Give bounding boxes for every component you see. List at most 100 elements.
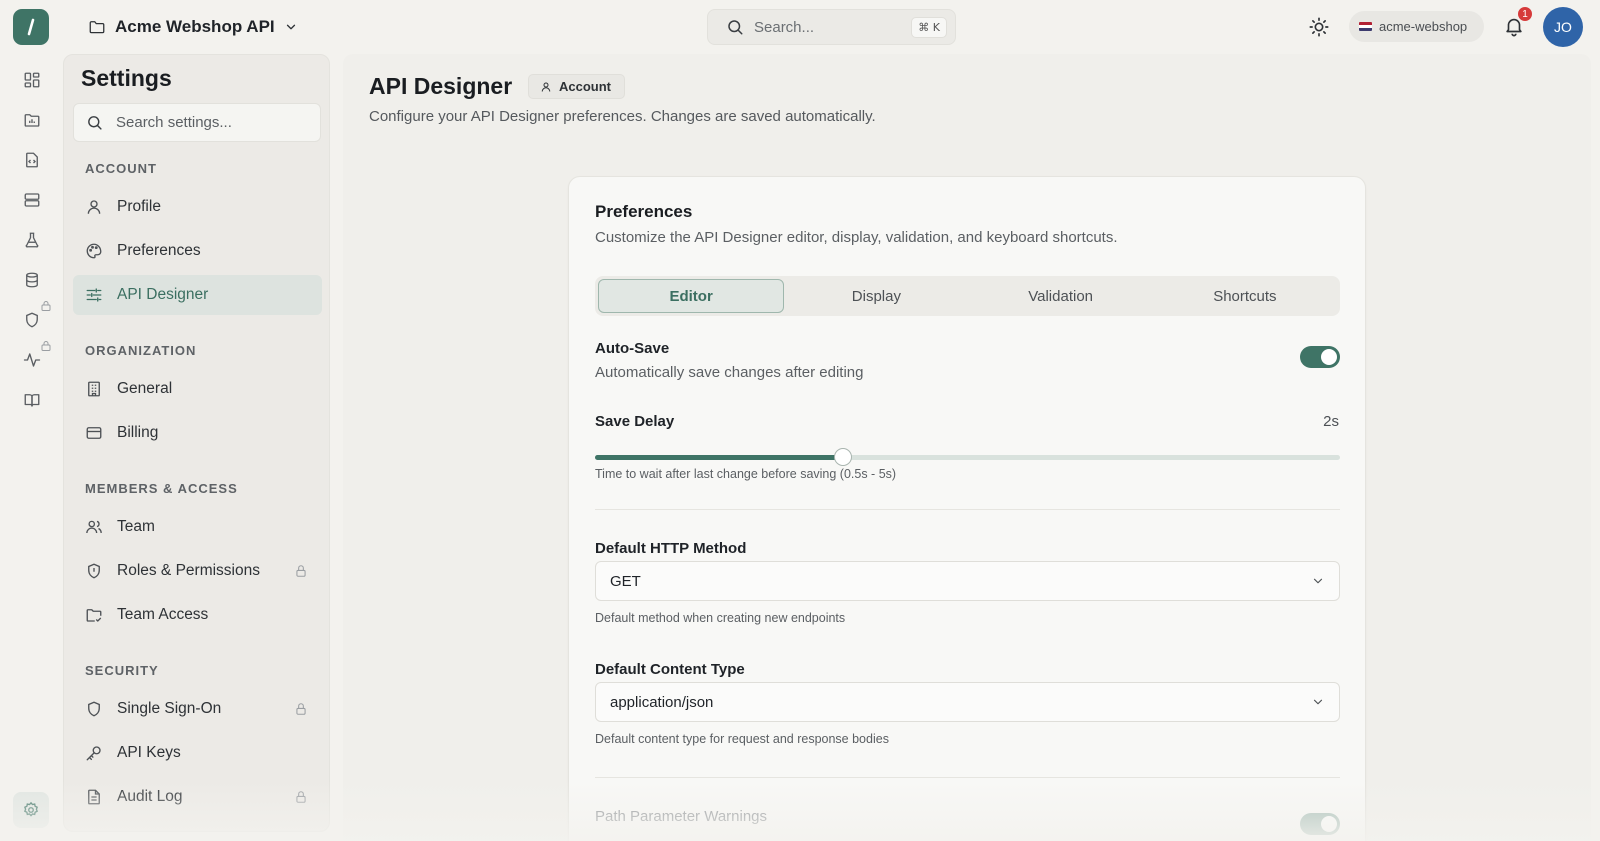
- lock-icon: [296, 791, 306, 803]
- card-subtitle: Customize the API Designer editor, displ…: [595, 229, 1118, 246]
- card-title: Preferences: [595, 202, 693, 221]
- http-method-title: Default HTTP Method: [595, 540, 747, 557]
- lock-icon: [296, 703, 306, 715]
- toggle-knob: [1321, 349, 1337, 365]
- sidebar-item-preferences[interactable]: Preferences: [73, 231, 322, 271]
- tab-validation[interactable]: Validation: [969, 279, 1153, 313]
- sidebar-item-team-access[interactable]: Team Access: [73, 595, 322, 635]
- gear-icon: [24, 801, 38, 817]
- sidebar-item-label: Single Sign-On: [117, 700, 222, 717]
- sidebar-item-roles[interactable]: Roles & Permissions: [73, 551, 322, 591]
- sidebar-item-label: General: [117, 380, 173, 397]
- rail-database-icon[interactable]: [22, 270, 42, 290]
- top-bar: Acme Webshop API Search... ⌘ K acme-webs…: [0, 0, 1600, 53]
- app-logo[interactable]: [13, 9, 49, 45]
- sidebar-item-profile[interactable]: Profile: [73, 187, 322, 227]
- rail-settings-button[interactable]: [13, 792, 49, 828]
- http-method-hint: Default method when creating new endpoin…: [595, 611, 846, 625]
- rail-shield-icon[interactable]: [22, 310, 42, 330]
- flag-us-icon: [1359, 22, 1372, 31]
- preferences-card: Preferences Customize the API Designer e…: [568, 176, 1366, 841]
- sidebar-item-sso[interactable]: Single Sign-On: [73, 689, 322, 729]
- divider: [595, 777, 1340, 778]
- page-title: API Designer: [369, 73, 513, 99]
- save-delay-value: 2s: [1323, 413, 1339, 430]
- workspace-selector[interactable]: acme-webshop: [1349, 11, 1484, 42]
- page-subtitle: Configure your API Designer preferences.…: [369, 108, 876, 125]
- rail-flask-icon[interactable]: [22, 230, 42, 250]
- auto-save-title: Auto-Save: [595, 340, 670, 357]
- account-chip: Account: [528, 74, 625, 99]
- users-icon: [86, 520, 102, 534]
- toggle-knob: [1321, 816, 1337, 832]
- path-warnings-toggle[interactable]: [1300, 813, 1340, 835]
- sidebar-item-label: API Keys: [117, 744, 181, 761]
- http-method-select[interactable]: GET: [595, 561, 1340, 601]
- settings-search-input[interactable]: Search settings...: [73, 103, 321, 142]
- sliders-icon: [86, 288, 102, 302]
- shield-icon: [88, 563, 100, 579]
- credit-card-icon: [86, 427, 102, 439]
- auto-save-toggle[interactable]: [1300, 346, 1340, 368]
- http-method-value: GET: [610, 572, 641, 590]
- sidebar-item-api-keys[interactable]: API Keys: [73, 733, 322, 773]
- path-warnings-title: Path Parameter Warnings: [595, 808, 768, 825]
- section-organization: ORGANIZATION: [85, 343, 197, 358]
- project-switcher[interactable]: Acme Webshop API: [88, 14, 298, 40]
- settings-sidebar: Settings Search settings... ACCOUNT Prof…: [63, 54, 330, 832]
- auto-save-description: Automatically save changes after editing: [595, 364, 864, 381]
- search-icon: [88, 116, 102, 130]
- sidebar-item-general[interactable]: General: [73, 369, 322, 409]
- sidebar-title: Settings: [81, 65, 172, 91]
- theme-toggle-button[interactable]: [1308, 16, 1330, 38]
- building-icon: [88, 381, 100, 397]
- tab-editor[interactable]: Editor: [598, 279, 785, 313]
- file-text-icon: [88, 789, 100, 805]
- rail-lock-icon: [41, 300, 51, 311]
- rail-activity-icon[interactable]: [22, 350, 42, 370]
- tab-display[interactable]: Display: [784, 279, 968, 313]
- preferences-tabs: Editor Display Validation Shortcuts: [595, 276, 1340, 316]
- rail-server-icon[interactable]: [22, 190, 42, 210]
- sun-icon: [1309, 17, 1329, 37]
- rail-lock-icon: [41, 340, 51, 351]
- folder-check-icon: [86, 609, 102, 622]
- sidebar-item-label: Team Access: [117, 606, 209, 623]
- section-members: MEMBERS & ACCESS: [85, 481, 238, 496]
- rail-book-icon[interactable]: [22, 390, 42, 410]
- shield-icon: [88, 701, 100, 717]
- save-delay-slider[interactable]: [595, 447, 1340, 467]
- settings-search-placeholder: Search settings...: [116, 114, 232, 131]
- save-delay-title: Save Delay: [595, 413, 675, 430]
- sidebar-item-team[interactable]: Team: [73, 507, 322, 547]
- section-account: ACCOUNT: [85, 161, 157, 176]
- sidebar-item-billing[interactable]: Billing: [73, 413, 322, 453]
- tab-shortcuts[interactable]: Shortcuts: [1153, 279, 1337, 313]
- user-avatar[interactable]: JO: [1543, 7, 1583, 47]
- global-search-input[interactable]: Search... ⌘ K: [707, 9, 956, 45]
- rail-code-file-icon[interactable]: [22, 150, 42, 170]
- content-type-title: Default Content Type: [595, 661, 745, 678]
- user-icon: [541, 82, 551, 92]
- chevron-down-icon: [1313, 578, 1323, 584]
- lock-icon: [296, 565, 306, 577]
- logo-slash-icon: [27, 18, 35, 36]
- chevron-down-icon: [1313, 699, 1323, 705]
- rail-dashboard-icon[interactable]: [22, 70, 42, 90]
- sidebar-item-label: Team: [117, 518, 155, 535]
- search-shortcut: ⌘ K: [911, 16, 947, 38]
- sidebar-item-audit-log[interactable]: Audit Log: [73, 777, 322, 817]
- folder-icon: [89, 21, 105, 34]
- project-name: Acme Webshop API: [115, 17, 275, 36]
- sidebar-item-label: Preferences: [117, 242, 201, 259]
- palette-icon: [86, 243, 102, 259]
- user-icon: [87, 200, 101, 214]
- slider-thumb[interactable]: [834, 448, 853, 466]
- content-type-hint: Default content type for request and res…: [595, 732, 889, 746]
- content-type-select[interactable]: application/json: [595, 682, 1340, 722]
- sidebar-item-label: Roles & Permissions: [117, 562, 260, 579]
- divider: [595, 509, 1340, 510]
- slider-fill: [595, 455, 844, 460]
- sidebar-item-api-designer[interactable]: API Designer: [73, 275, 322, 315]
- rail-folder-chart-icon[interactable]: [22, 110, 42, 130]
